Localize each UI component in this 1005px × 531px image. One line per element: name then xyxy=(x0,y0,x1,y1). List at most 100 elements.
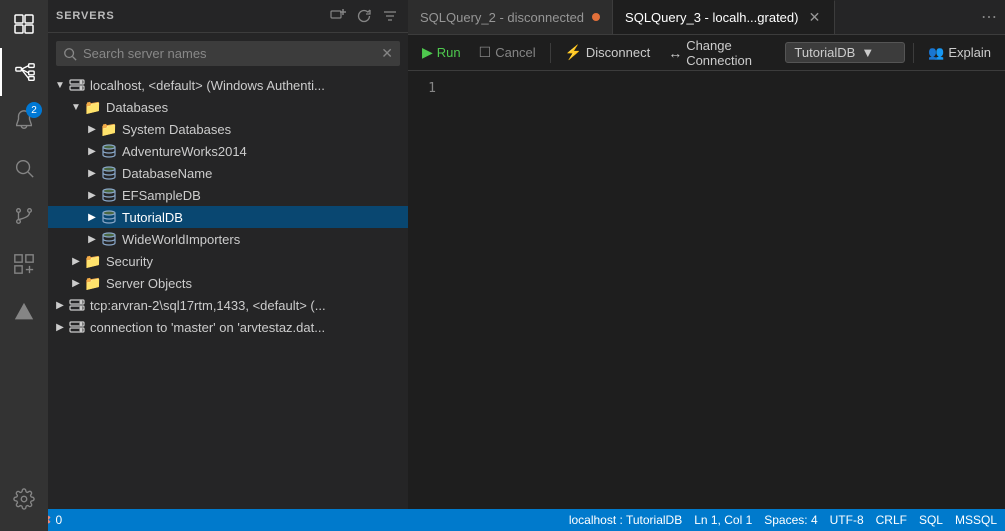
tree-arrow xyxy=(52,77,68,93)
folder-icon: 📁 xyxy=(84,252,102,270)
tab-actions-icon[interactable]: ⋯ xyxy=(981,7,997,27)
tree-item-tutorialdb[interactable]: TutorialDB xyxy=(48,206,408,228)
tree-label: Server Objects xyxy=(106,276,192,291)
tabs-bar: SQLQuery_2 - disconnected SQLQuery_3 - l… xyxy=(408,0,1005,35)
status-spaces-item: Spaces: 4 xyxy=(764,513,817,527)
refresh-button[interactable] xyxy=(354,6,374,26)
run-icon: ▶ xyxy=(422,44,433,61)
disconnect-icon: ⚡ xyxy=(564,44,581,61)
tree-label: WideWorldImporters xyxy=(122,232,240,247)
folder-icon: 📁 xyxy=(84,98,102,116)
status-encoding-item: UTF-8 xyxy=(830,513,864,527)
status-encoding-text: UTF-8 xyxy=(830,513,864,527)
tab-sqlquery2[interactable]: SQLQuery_2 - disconnected xyxy=(408,0,613,34)
git-icon[interactable] xyxy=(0,192,48,240)
tabs-actions: ⋯ xyxy=(973,7,1005,27)
tab-label: SQLQuery_3 - localh...grated) xyxy=(625,10,798,25)
tree-item-server-objects[interactable]: 📁 Server Objects xyxy=(48,272,408,294)
server-icon xyxy=(68,318,86,336)
tree-arrow xyxy=(68,275,84,291)
search-clear-button[interactable]: ✕ xyxy=(381,45,393,62)
sidebar-header: SERVERS xyxy=(48,0,408,33)
search-input[interactable] xyxy=(83,46,375,61)
editor-text-area[interactable] xyxy=(448,71,1005,509)
deployments-icon[interactable] xyxy=(0,288,48,336)
tree-item-adventureworks[interactable]: AdventureWorks2014 xyxy=(48,140,408,162)
toolbar-divider-2 xyxy=(913,43,914,63)
search-box-icon xyxy=(63,47,77,61)
cancel-icon: ☐ xyxy=(479,44,492,61)
tree-arrow xyxy=(68,99,84,115)
server-icon xyxy=(68,296,86,314)
tab-sqlquery3[interactable]: SQLQuery_3 - localh...grated) ✕ xyxy=(613,0,835,34)
explain-icon: 👥 xyxy=(928,45,944,61)
tab-dirty-indicator xyxy=(592,13,600,21)
main-container: SERVERS ✕ xyxy=(48,0,1005,509)
tree-item-server-connection[interactable]: connection to 'master' on 'arvtestaz.dat… xyxy=(48,316,408,338)
disconnect-button[interactable]: ⚡ Disconnect xyxy=(558,42,656,63)
tree-label: Security xyxy=(106,254,153,269)
status-language-item: SQL xyxy=(919,513,943,527)
tree-item-system-databases[interactable]: 📁 System Databases xyxy=(48,118,408,140)
database-selector[interactable]: TutorialDB ▼ xyxy=(785,42,905,63)
status-db-type-item: MSSQL xyxy=(955,513,997,527)
change-connection-button[interactable]: ↔ Change Connection xyxy=(662,36,775,70)
explain-label: Explain xyxy=(948,45,991,60)
tree-arrow xyxy=(84,165,100,181)
disconnect-label: Disconnect xyxy=(586,45,650,60)
tree-container: localhost, <default> (Windows Authenti..… xyxy=(48,74,408,509)
explain-button[interactable]: 👥 Explain xyxy=(922,43,997,63)
connections-icon[interactable] xyxy=(0,48,48,96)
dropdown-arrow-icon: ▼ xyxy=(861,45,874,60)
status-bar: ⚠ 0 ✖ 0 localhost : TutorialDB Ln 1, Col… xyxy=(0,509,1005,531)
tree-arrow xyxy=(84,121,100,137)
cancel-label: Cancel xyxy=(495,45,535,60)
tab-close-button[interactable]: ✕ xyxy=(806,10,822,26)
explorer-icon[interactable] xyxy=(0,0,48,48)
add-connection-button[interactable] xyxy=(328,6,348,26)
folder-icon: 📁 xyxy=(100,120,118,138)
status-db-type-text: MSSQL xyxy=(955,513,997,527)
notifications-icon[interactable]: 2 xyxy=(0,96,48,144)
tree-arrow xyxy=(84,231,100,247)
tree-item-wideworldimporters[interactable]: WideWorldImporters xyxy=(48,228,408,250)
sidebar-actions xyxy=(328,6,400,26)
tree-item-databases[interactable]: 📁 Databases xyxy=(48,96,408,118)
status-line-ending-item: CRLF xyxy=(876,513,907,527)
status-right: localhost : TutorialDB Ln 1, Col 1 Space… xyxy=(569,513,997,527)
tree-item-security[interactable]: 📁 Security xyxy=(48,250,408,272)
tree-arrow xyxy=(84,209,100,225)
database-icon xyxy=(100,208,118,226)
tree-label: EFSampleDB xyxy=(122,188,201,203)
settings-icon[interactable] xyxy=(0,475,48,523)
tree-label: Databases xyxy=(106,100,168,115)
server-icon xyxy=(68,76,86,94)
sidebar-title: SERVERS xyxy=(56,10,115,22)
editor-content: 1 xyxy=(408,71,1005,509)
editor-area: SQLQuery_2 - disconnected SQLQuery_3 - l… xyxy=(408,0,1005,509)
cancel-button[interactable]: ☐ Cancel xyxy=(473,42,542,63)
filter-button[interactable] xyxy=(380,6,400,26)
toolbar: ▶ Run ☐ Cancel ⚡ Disconnect ↔ Change Con… xyxy=(408,35,1005,71)
search-box: ✕ xyxy=(56,41,400,66)
tree-label: localhost, <default> (Windows Authenti..… xyxy=(90,78,325,93)
status-position-item: Ln 1, Col 1 xyxy=(694,513,752,527)
extensions-icon[interactable] xyxy=(0,240,48,288)
tree-item-databasename[interactable]: DatabaseName xyxy=(48,162,408,184)
tree-item-server-tcp[interactable]: tcp:arvran-2\sql17rtm,1433, <default> (.… xyxy=(48,294,408,316)
run-button[interactable]: ▶ Run xyxy=(416,42,467,63)
status-connection-item[interactable]: localhost : TutorialDB xyxy=(569,513,682,527)
tree-item-efsampledb[interactable]: EFSampleDB xyxy=(48,184,408,206)
activity-bar: 2 xyxy=(0,0,48,531)
tree-label: System Databases xyxy=(122,122,231,137)
tree-label: AdventureWorks2014 xyxy=(122,144,247,159)
tree-label: TutorialDB xyxy=(122,210,183,225)
tree-arrow xyxy=(52,319,68,335)
search-container: ✕ xyxy=(48,33,408,74)
toolbar-divider xyxy=(550,43,551,63)
search-icon[interactable] xyxy=(0,144,48,192)
error-count: 0 xyxy=(56,513,63,527)
tab-label: SQLQuery_2 - disconnected xyxy=(420,10,584,25)
tree-item-server-localhost[interactable]: localhost, <default> (Windows Authenti..… xyxy=(48,74,408,96)
status-connection-text: localhost : TutorialDB xyxy=(569,513,682,527)
